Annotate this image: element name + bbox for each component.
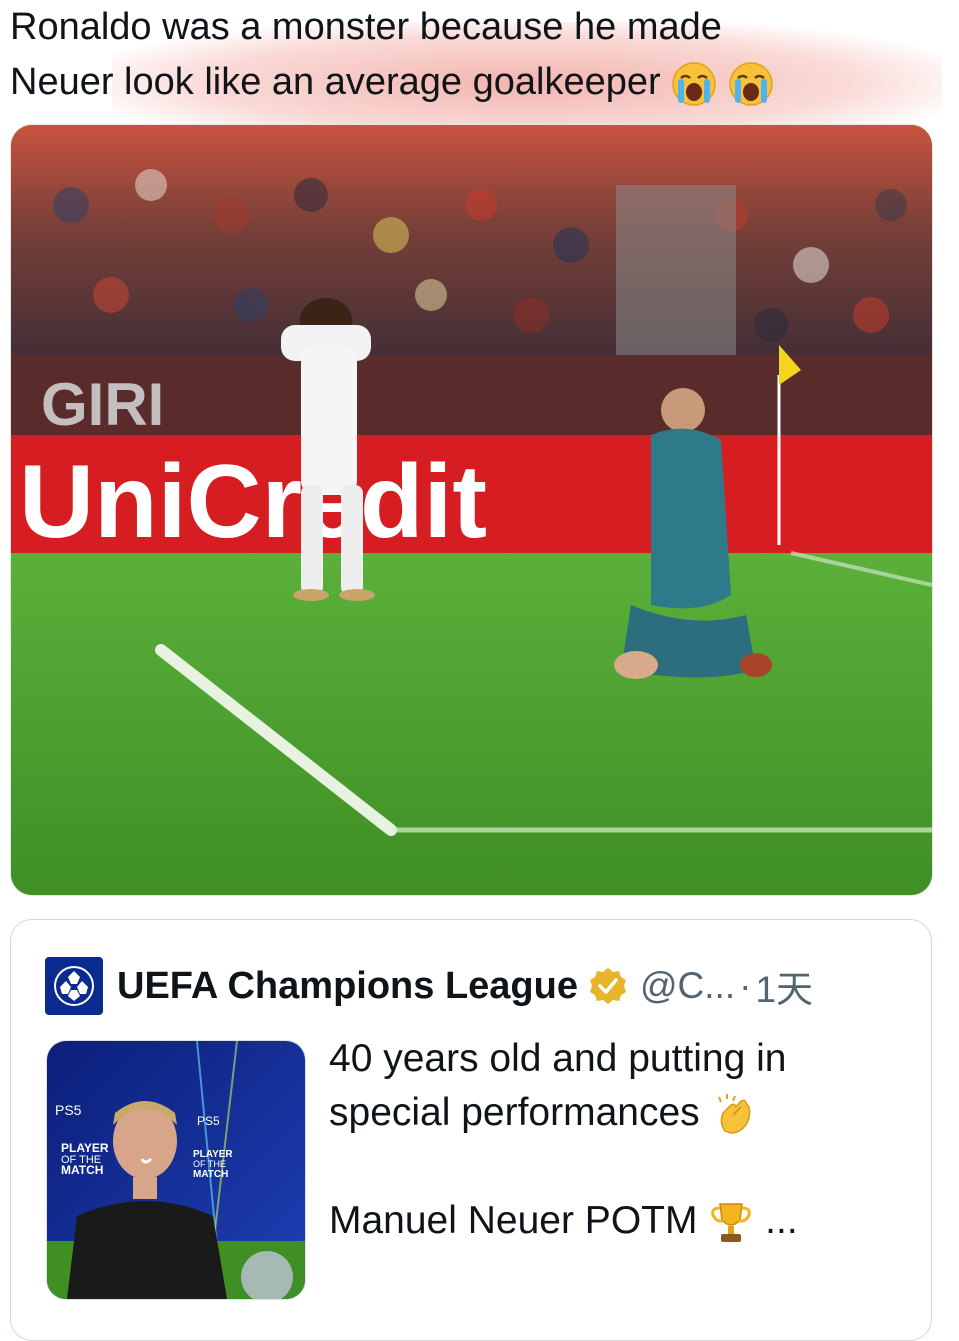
stairs: [616, 185, 736, 375]
potm-text: OF THE: [193, 1159, 226, 1169]
crying-face-emoji: [729, 62, 773, 106]
clapping-hands-emoji: [717, 1093, 750, 1134]
account-name[interactable]: UEFA Champions League: [117, 965, 578, 1008]
video-frame: GIRI UniCredit: [11, 125, 932, 895]
separator-dot: ·: [739, 965, 752, 1006]
quoted-tweet-card[interactable]: UEFA Champions League @C... · 1天 PS5 PS5…: [10, 919, 932, 1341]
champions-league-logo-icon: [54, 966, 94, 1006]
brand-text: PS5: [197, 1114, 220, 1128]
tweet-text-line2: Neuer look like an average goalkeeper: [10, 61, 661, 103]
quoted-tweet-text: 40 years old and putting in special perf…: [329, 1032, 909, 1248]
potm-text: MATCH: [193, 1169, 228, 1180]
video-player[interactable]: GIRI UniCredit: [10, 124, 933, 896]
crowd-stands: [11, 125, 932, 375]
tweet-text-line1: Ronaldo was a monster because he made: [10, 6, 722, 48]
quoted-text-line3: Manuel Neuer POTM: [329, 1199, 698, 1242]
account-handle[interactable]: @C...: [640, 965, 735, 1007]
brand-text: PS5: [55, 1102, 82, 1118]
potm-photo: PS5 PS5 PLAYER OF THE MATCH PLAYER OF TH…: [47, 1041, 305, 1299]
quoted-tweet-header: UEFA Champions League @C... · 1天: [45, 956, 925, 1016]
avatar[interactable]: [45, 957, 103, 1015]
top-banner-text: GIRI: [41, 371, 164, 438]
verified-badge-icon: [590, 968, 626, 1004]
truncation-ellipsis: ...: [765, 1199, 798, 1242]
potm-text: MATCH: [61, 1163, 103, 1177]
pitch: [11, 553, 932, 895]
potm-text: PLAYER: [61, 1141, 109, 1155]
quoted-text-line2: special performances: [329, 1091, 700, 1134]
tweet-text: Ronaldo was a monster because he made Ne…: [10, 0, 940, 110]
crying-face-emoji: [672, 62, 716, 106]
unicredit-text: UniCredit: [19, 444, 487, 560]
quoted-text-line1: 40 years old and putting in: [329, 1037, 787, 1080]
trophy-emoji: [711, 1202, 752, 1242]
post-time[interactable]: 1天: [755, 959, 813, 1013]
quoted-tweet-thumbnail[interactable]: PS5 PS5 PLAYER OF THE MATCH PLAYER OF TH…: [46, 1040, 306, 1300]
